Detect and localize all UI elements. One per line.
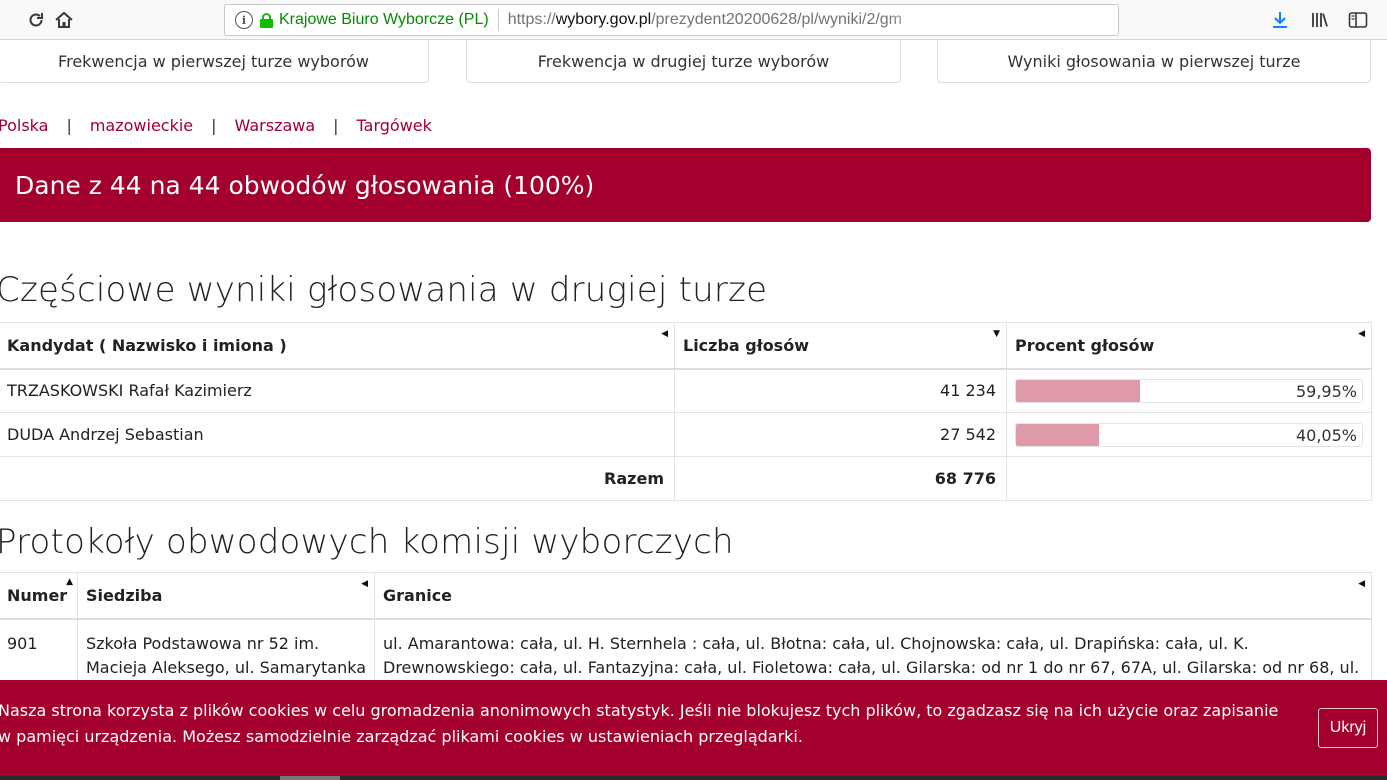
- percent-cell: 40,05%: [1006, 412, 1372, 457]
- home-icon[interactable]: [50, 6, 78, 34]
- vote-count: 41 234: [674, 368, 1007, 413]
- sort-left-icon[interactable]: ◀: [361, 579, 368, 589]
- total-label: Razem: [0, 456, 675, 501]
- url-text[interactable]: https://wybory.gov.pl/prezydent20200628/…: [508, 11, 938, 29]
- sort-left-icon[interactable]: ◀: [661, 329, 668, 339]
- breadcrumb: Polska | mazowieckie | Warszawa | Targów…: [0, 116, 432, 135]
- total-row: Razem 68 776: [0, 456, 1372, 501]
- total-empty-cell: [1006, 456, 1372, 501]
- reload-icon[interactable]: [22, 6, 50, 34]
- url-divider: [497, 9, 499, 31]
- percent-value: 59,95%: [1295, 381, 1357, 401]
- browser-toolbar: i Krajowe Biuro Wyborcze (PL) https://wy…: [0, 0, 1387, 40]
- url-bar[interactable]: i Krajowe Biuro Wyborcze (PL) https://wy…: [224, 4, 1119, 36]
- sort-down-icon[interactable]: ▼: [993, 329, 1000, 339]
- tab-first-round-results[interactable]: Wyniki głosowania w pierwszej turze: [937, 40, 1371, 83]
- breadcrumb-item-warszawa[interactable]: Warszawa: [235, 116, 316, 135]
- percent-bar: 40,05%: [1015, 422, 1363, 447]
- total-votes: 68 776: [674, 456, 1007, 501]
- sort-up-icon[interactable]: ▲: [66, 577, 73, 587]
- percent-cell: 59,95%: [1006, 368, 1372, 413]
- column-header-seat[interactable]: Siedziba ◀: [77, 572, 375, 620]
- results-header-row: Kandydat ( Nazwisko i imiona ) ◀ Liczba g…: [0, 322, 1372, 370]
- hide-cookie-button[interactable]: Ukryj: [1318, 708, 1378, 748]
- column-header-votes[interactable]: Liczba głosów ▼: [674, 322, 1007, 370]
- protocols-heading: Protokoły obwodowych komisji wyborczych: [0, 522, 734, 562]
- breadcrumb-item-targowek[interactable]: Targówek: [357, 116, 432, 135]
- election-tabs: Frekwencja w pierwszej turze wyborów Fre…: [0, 40, 1387, 84]
- tab-second-round-turnout[interactable]: Frekwencja w drugiej turze wyborów: [466, 40, 901, 83]
- candidate-name: TRZASKOWSKI Rafał Kazimierz: [0, 368, 675, 413]
- cookie-text: Nasza strona korzysta z plików cookies w…: [0, 701, 1279, 746]
- breadcrumb-separator: |: [211, 116, 217, 135]
- table-row: TRZASKOWSKI Rafał Kazimierz 41 234 59,95…: [0, 368, 1372, 413]
- lock-icon: [260, 12, 273, 28]
- percent-bar-fill: [1016, 423, 1099, 446]
- percent-value: 40,05%: [1295, 425, 1357, 445]
- column-header-bounds[interactable]: Granice ◀: [374, 572, 1372, 620]
- tab-first-round-turnout[interactable]: Frekwencja w pierwszej turze wyborów: [0, 40, 429, 83]
- sort-left-icon[interactable]: ◀: [1358, 579, 1365, 589]
- sidebar-icon[interactable]: [1344, 6, 1372, 34]
- cookie-consent-bar: Nasza strona korzysta z plików cookies w…: [0, 680, 1387, 776]
- breadcrumb-item-mazowieckie[interactable]: mazowieckie: [90, 116, 193, 135]
- sort-left-icon[interactable]: ◀: [1358, 329, 1365, 339]
- taskbar-strip: [0, 776, 1387, 780]
- table-row: DUDA Andrzej Sebastian 27 542 40,05%: [0, 412, 1372, 457]
- library-icon[interactable]: [1306, 6, 1334, 34]
- data-coverage-banner: Dane z 44 na 44 obwodów głosowania (100%…: [0, 148, 1371, 222]
- banner-text: Dane z 44 na 44 obwodów głosowania (100%…: [15, 170, 595, 200]
- column-header-number[interactable]: Numer ▲: [0, 572, 78, 620]
- vote-count: 27 542: [674, 412, 1007, 457]
- results-table: Kandydat ( Nazwisko i imiona ) ◀ Liczba g…: [0, 322, 1372, 501]
- percent-bar: 59,95%: [1015, 378, 1363, 403]
- protocols-header-row: Numer ▲ Siedziba ◀ Granice ◀: [0, 572, 1372, 620]
- breadcrumb-separator: |: [66, 116, 72, 135]
- column-header-candidate[interactable]: Kandydat ( Nazwisko i imiona ) ◀: [0, 322, 675, 370]
- column-header-percent[interactable]: Procent głosów ◀: [1006, 322, 1372, 370]
- site-identity[interactable]: Krajowe Biuro Wyborcze (PL): [279, 11, 489, 29]
- results-heading: Częściowe wyniki głosowania w drugiej tu…: [0, 270, 768, 310]
- candidate-name: DUDA Andrzej Sebastian: [0, 412, 675, 457]
- breadcrumb-separator: |: [333, 116, 339, 135]
- taskbar-segment: [280, 776, 340, 780]
- breadcrumb-item-polska[interactable]: Polska: [0, 116, 48, 135]
- download-icon[interactable]: [1266, 6, 1294, 34]
- site-info-icon[interactable]: i: [235, 11, 253, 29]
- percent-bar-fill: [1016, 379, 1140, 402]
